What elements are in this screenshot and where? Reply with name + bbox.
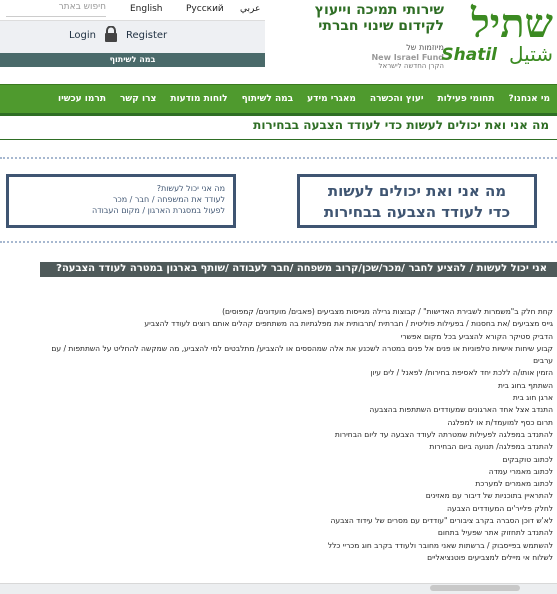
list-item: קחת חלק ב"משמרות לשבירת האדישות" / קבוצו… (0, 306, 553, 318)
list-item: ערבים (0, 355, 553, 367)
list-item: התנדב אצל אחד הארגונים שמעודדים השתתפות … (0, 404, 553, 416)
list-item: להתראיין בתוכניות של דיבור עם מאזינים (0, 490, 553, 502)
nav-item-about[interactable]: מי אנחנו? (502, 94, 557, 104)
dotted-divider (0, 157, 557, 159)
nav-item-databases[interactable]: מאגרי מידע (300, 94, 363, 104)
list-item: לשלוח אי מיילים למצביעים פוטנציאליים (0, 552, 553, 564)
headline-line: כדי לעודד הצבעה בבחירות (308, 202, 526, 223)
list-item: הדביק סטיקר הקורא להצביע בכל מקום אפשרי (0, 331, 553, 343)
scrollbar-thumb[interactable] (430, 585, 520, 591)
nav-item-donate[interactable]: תרמו עכשיו (51, 94, 113, 104)
list-item: לא'ש דוכן הסברה בקרב ציבורים "עודדים עם … (0, 515, 553, 527)
action-list: קחת חלק ב"משמרות לשבירת האדישות" / קבוצו… (0, 306, 553, 564)
list-item: להתנדב לתחזוק אתר שפעיל בתחום (0, 527, 553, 539)
fund-label: מיוזמות של (406, 43, 444, 52)
list-item: תרום כסף למועמד/ת או למפלגה (0, 417, 553, 429)
lang-russian-link[interactable]: Русский (186, 4, 224, 14)
slogan-line: לקידום שינוי חברתי (254, 18, 444, 34)
divider (0, 139, 557, 140)
site-search-input[interactable]: חיפוש באתר (6, 2, 106, 17)
list-item: להשתמש בפייסבוק / ברשתות שאני מחובר ולעו… (0, 540, 553, 552)
callout-box: מה אני יכול לעשות? לעודד את המשפחה / חבר… (6, 174, 236, 228)
section-heading: אני יכול לעשות / להציע לחבר /מכר/שכן/קרו… (56, 263, 547, 274)
logo-english[interactable]: Shatil (441, 45, 497, 65)
list-item: להתנדב במפלגה/ תנועה ביום הבחירות (0, 441, 553, 453)
fund-name-he: הקרן החדשה לישראל (379, 62, 444, 70)
dotted-divider (0, 241, 557, 243)
list-item: לכתוב מאמרים למערכת (0, 478, 553, 490)
page-title: מה אני ואת יכולים לעשות כדי לעודד הצבעה … (9, 118, 549, 132)
headline-box: מה אני ואת יכולים לעשות כדי לעודד הצבעה … (297, 174, 537, 228)
list-item: לכתוב טוקבקים (0, 454, 553, 466)
headline-line: מה אני ואת יכולים לעשות (308, 181, 526, 202)
list-item: לכתוב מאמרי עמדה (0, 466, 553, 478)
main-nav: מי אנחנו? תחומי פעילות יעוץ והכשרה מאגרי… (0, 84, 557, 116)
callout-line: לפעול במסגרת הארגון / מקום העבודה (17, 205, 225, 216)
list-item: קבוע שיחות אישיות טלפוניות או פנים אל פנ… (0, 343, 553, 355)
lang-english-link[interactable]: English (130, 4, 163, 14)
callout-line: לעודד את המשפחה / חבר / מכר (17, 194, 225, 205)
list-item: השתתף בחוג בית (0, 380, 553, 392)
callout-line: מה אני יכול לעשות? (17, 183, 225, 194)
nav-item-stage[interactable]: במה לשיתוף (235, 94, 301, 104)
fund-name-en: New Israel Fund (371, 53, 444, 62)
list-item: להתנדב במפלגה לפעילות שמטרתה לעודד הצבעה… (0, 429, 553, 441)
nav-item-contact[interactable]: צרו קשר (113, 94, 163, 104)
logo-arabic[interactable]: شتيل (509, 42, 553, 66)
list-item: לחלק פלייר'ים המעודדים הצבעה (0, 503, 553, 515)
login-link[interactable]: Login (69, 30, 96, 41)
lock-icon (104, 26, 118, 42)
slogan-line: שירותי תמיכה וייעוץ (254, 2, 444, 18)
slogan: שירותי תמיכה וייעוץ לקידום שינוי חברתי (254, 2, 444, 34)
list-item: הזמין אותו/ה ללכת יחד לאסיפת בחירות/ לפא… (0, 367, 553, 379)
stage-button[interactable]: במה לשיתוף (0, 53, 265, 67)
nav-item-consulting[interactable]: יעוץ והכשרה (363, 94, 431, 104)
register-link[interactable]: Register (126, 30, 167, 41)
logo-hebrew[interactable]: שתיל (471, 0, 553, 47)
nav-item-areas[interactable]: תחומי פעילות (431, 94, 502, 104)
list-item: גייס מצביעים /את בחסנות / בפעילות פוליטי… (0, 318, 553, 330)
nav-item-boards[interactable]: לוחות מודעות (163, 94, 234, 104)
list-item: ארגן חוג בית (0, 392, 553, 404)
